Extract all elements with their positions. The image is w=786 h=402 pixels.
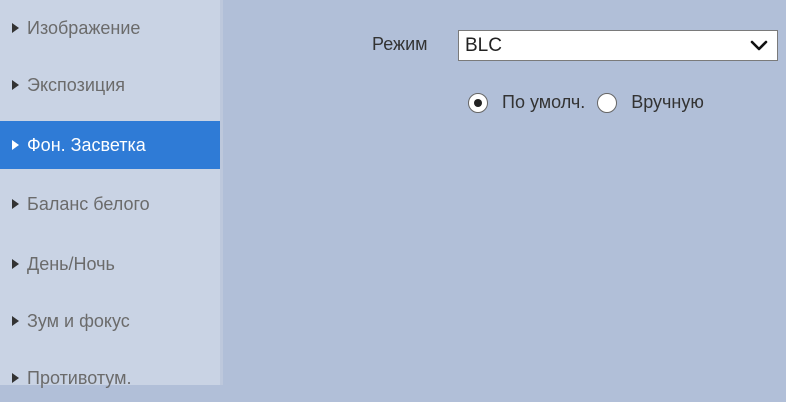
sidebar-item-label: Баланс белого (27, 193, 150, 214)
radio-default-label: По умолч. (502, 92, 586, 112)
triangle-right-icon (12, 23, 19, 33)
triangle-right-icon (12, 80, 19, 90)
sidebar-item-image[interactable]: Изображение (0, 4, 220, 52)
sidebar-menu: Изображение Экспозиция Фон. Засветка Бал… (0, 0, 220, 388)
mode-label: Режим (372, 34, 428, 54)
sidebar-item-label: Противотум. (27, 367, 132, 388)
triangle-right-icon (12, 199, 19, 209)
sidebar-item-label: Изображение (27, 17, 141, 38)
sidebar-item-label: Зум и фокус (27, 310, 130, 331)
mode-select[interactable]: BLC (458, 30, 778, 61)
radio-default[interactable] (468, 92, 488, 113)
sidebar-item-backlight[interactable]: Фон. Засветка (0, 121, 220, 169)
chevron-down-icon (750, 40, 768, 51)
radio-manual[interactable] (597, 92, 618, 113)
triangle-right-icon (12, 316, 19, 326)
mode-select-value: BLC (465, 34, 502, 56)
triangle-right-icon (12, 140, 19, 150)
radio-manual-label: Вручную (631, 92, 704, 112)
sidebar-item-zoom-focus[interactable]: Зум и фокус (0, 297, 220, 345)
sidebar-divider (220, 0, 223, 385)
sidebar-item-exposure[interactable]: Экспозиция (0, 61, 220, 109)
sidebar-item-label: Фон. Засветка (27, 134, 146, 155)
triangle-right-icon (12, 373, 19, 383)
sidebar-item-label: День/Ночь (27, 253, 115, 274)
sidebar-item-day-night[interactable]: День/Ночь (0, 240, 220, 288)
sidebar-item-label: Экспозиция (27, 74, 125, 95)
triangle-right-icon (12, 259, 19, 269)
mode-radio-group: По умолч. Вручную (468, 92, 716, 113)
sidebar-item-defog[interactable]: Противотум. (0, 354, 220, 402)
sidebar-item-white-balance[interactable]: Баланс белого (0, 180, 220, 228)
